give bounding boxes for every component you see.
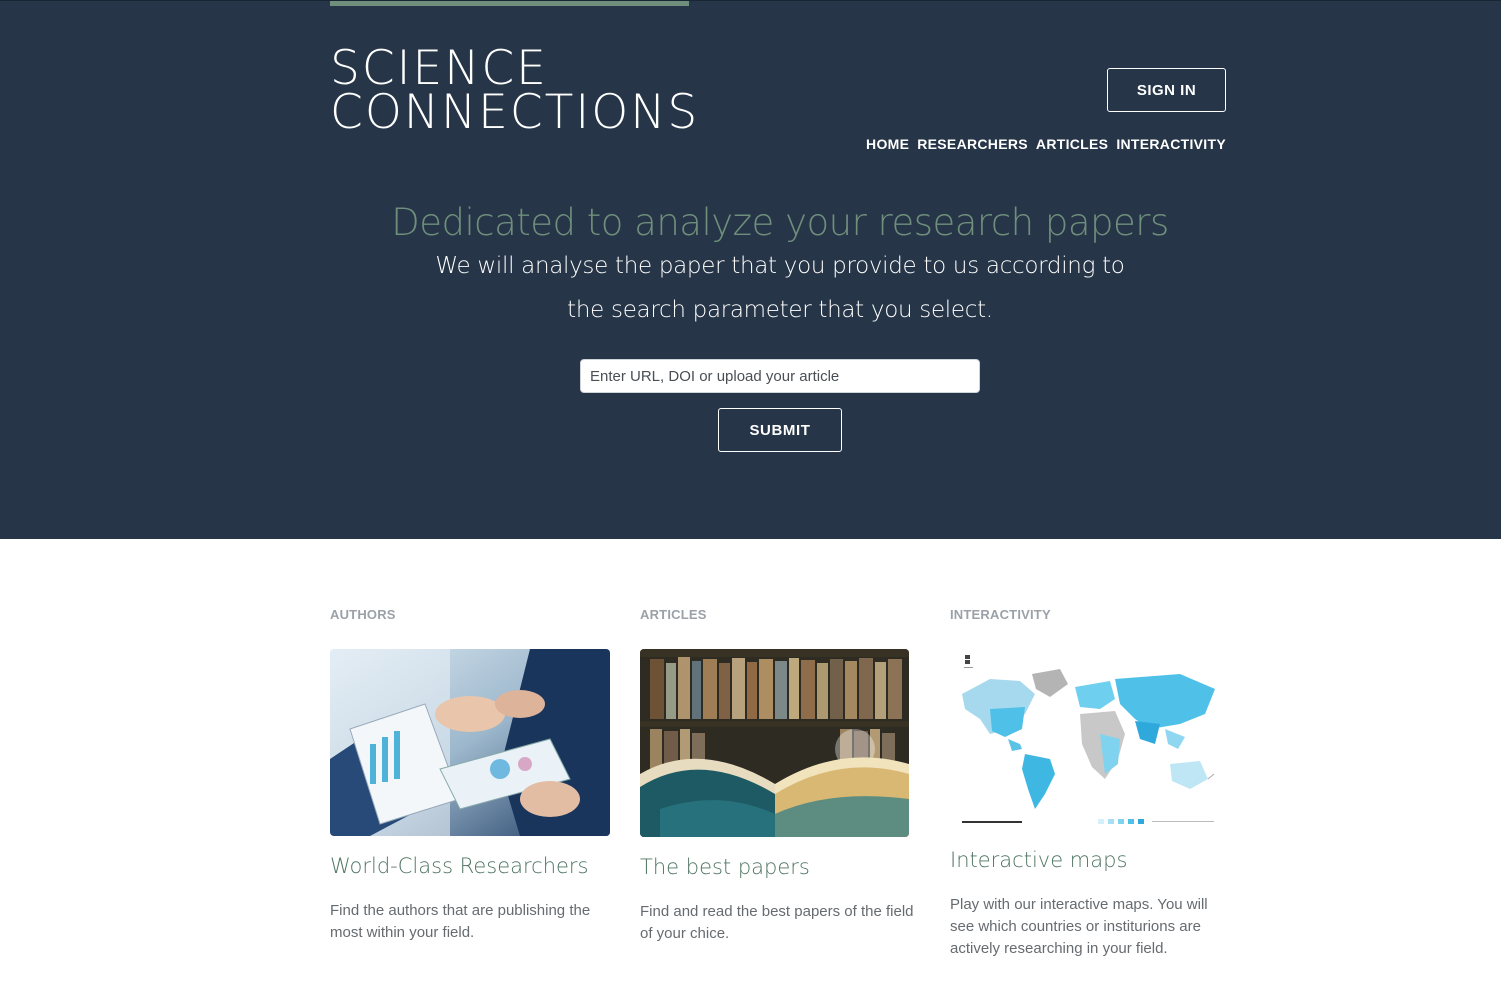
hero-headline: Dedicated to analyze your research paper… xyxy=(391,201,1169,244)
feature-authors: AUTHORS World-Class Researchers Find the… xyxy=(330,607,620,941)
nav-home[interactable]: HOME xyxy=(866,136,909,152)
feature-label: ARTICLES xyxy=(640,607,707,622)
submit-button[interactable]: SUBMIT xyxy=(718,408,842,452)
feature-title[interactable]: World-Class Researchers xyxy=(330,854,589,878)
feature-label: INTERACTIVITY xyxy=(950,607,1051,622)
feature-title[interactable]: Interactive maps xyxy=(950,848,1127,872)
logo-line-2: CONNECTIONS xyxy=(330,85,700,140)
feature-description: Find and read the best papers of the fie… xyxy=(640,903,914,942)
feature-articles: ARTICLES The best papers Find and read t… xyxy=(640,607,930,942)
nav-articles[interactable]: ARTICLES xyxy=(1036,136,1108,152)
feature-description: Find the authors that are publishing the… xyxy=(330,902,591,941)
hero-section: SCIENCE CONNECTIONS SIGN IN HOME RESEARC… xyxy=(0,0,1501,539)
nav-interactivity[interactable]: INTERACTIVITY xyxy=(1116,136,1226,152)
sign-in-button[interactable]: SIGN IN xyxy=(1107,68,1226,112)
site-logo[interactable]: SCIENCE CONNECTIONS xyxy=(330,45,700,140)
hero-subline: We will analyse the paper that you provi… xyxy=(435,253,1125,323)
open-book-photo[interactable] xyxy=(640,649,909,837)
article-search-input[interactable] xyxy=(580,359,980,393)
business-meeting-photo[interactable] xyxy=(330,649,610,836)
feature-description: Play with our interactive maps. You will… xyxy=(950,896,1208,957)
accent-bar xyxy=(330,1,689,6)
nav-researchers[interactable]: RESEARCHERS xyxy=(917,136,1028,152)
main-nav: HOME RESEARCHERS ARTICLES INTERACTIVITY xyxy=(866,136,1226,152)
feature-label: AUTHORS xyxy=(330,607,396,622)
feature-title[interactable]: The best papers xyxy=(640,855,810,879)
world-map-image[interactable] xyxy=(950,649,1226,831)
feature-interactivity: INTERACTIVITY Interactive maps Play with… xyxy=(950,607,1240,957)
